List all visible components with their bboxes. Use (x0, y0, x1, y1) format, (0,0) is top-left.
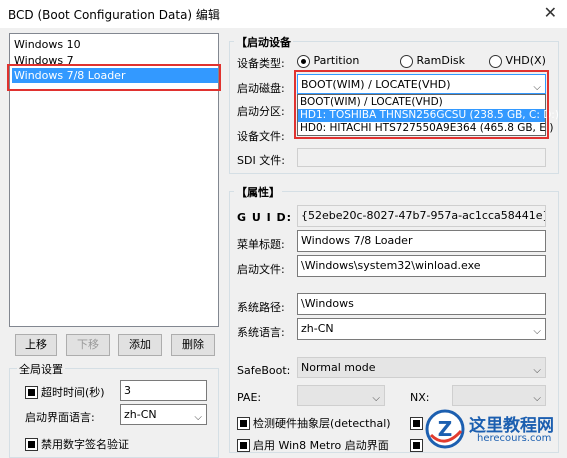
boot-disk-label: 启动磁盘: (237, 82, 285, 95)
device-file-label: 设备文件: (237, 130, 285, 143)
move-up-button[interactable]: 上移 (15, 334, 57, 356)
timeout-label: 超时时间(秒) (41, 386, 105, 399)
nx-select[interactable]: ⌵ (452, 385, 546, 406)
properties-title: 【属性】 (234, 184, 282, 200)
nx-label: NX: (410, 391, 430, 404)
menu-title-input[interactable]: Windows 7/8 Loader (297, 230, 546, 252)
timeout-checkbox[interactable] (25, 385, 38, 399)
highlight-box-dropdown (294, 70, 549, 139)
guid-field[interactable]: {52ebe20c-8027-47b7-957a-ac1cca58441e} (297, 205, 546, 227)
ui-language-select[interactable]: zh-CN ⌵ (120, 404, 207, 425)
add-button[interactable]: 添加 (118, 334, 162, 356)
safeboot-label: SafeBoot: (237, 364, 291, 377)
extra-checkbox-1[interactable] (410, 416, 423, 430)
move-down-button[interactable]: 下移 (66, 334, 110, 356)
sdi-file-input[interactable] (297, 148, 546, 167)
system-language-label: 系统语言: (237, 326, 285, 339)
ui-language-value: zh-CN (124, 408, 157, 421)
close-icon[interactable]: ✕ (544, 3, 557, 22)
disable-signature-checkbox[interactable] (25, 437, 38, 451)
safeboot-value: Normal mode (301, 361, 376, 374)
boot-partition-label: 启动分区: (237, 105, 285, 118)
detecthal-label: 检测硬件抽象层(detecthal) (253, 417, 391, 430)
radio-icon (297, 54, 310, 68)
safeboot-select[interactable]: Normal mode ⌵ (297, 357, 546, 378)
watermark-url: herecours.com (477, 433, 552, 444)
guid-label: G U I D: (237, 211, 293, 224)
pae-label: PAE: (237, 391, 262, 404)
extra-checkbox-2[interactable] (410, 438, 423, 452)
radio-vhd-label: VHD(X) (505, 54, 546, 67)
radio-partition[interactable]: Partition (297, 54, 359, 68)
system-path-label: 系统路径: (237, 301, 285, 314)
radio-vhd[interactable]: VHD(X) (489, 54, 546, 68)
radio-icon (489, 54, 502, 68)
boot-device-title: 【启动设备 (234, 34, 293, 50)
logo-letter: Z (438, 417, 453, 441)
system-path-input[interactable]: \Windows (297, 293, 546, 315)
system-language-value: zh-CN (301, 322, 334, 335)
radio-ramdisk[interactable]: RamDisk (400, 54, 465, 68)
boot-file-label: 启动文件: (237, 263, 285, 276)
chevron-down-icon: ⌵ (372, 393, 380, 404)
menu-title-label: 菜单标题: (237, 238, 285, 251)
radio-ramdisk-label: RamDisk (416, 54, 466, 67)
radio-partition-label: Partition (313, 54, 360, 67)
ui-language-label: 启动界面语言: (25, 411, 95, 424)
system-language-select[interactable]: zh-CN ⌵ (297, 318, 546, 340)
chevron-down-icon: ⌵ (533, 326, 541, 337)
disable-signature-label: 禁用数字签名验证 (41, 438, 129, 451)
detecthal-checkbox[interactable] (237, 416, 250, 430)
title-bar: BCD (Boot Configuration Data) 编辑 ✕ (0, 0, 567, 28)
timeout-input[interactable]: 3 (120, 380, 207, 401)
metro-checkbox[interactable] (237, 438, 250, 452)
window-title: BCD (Boot Configuration Data) 编辑 (8, 8, 220, 22)
boot-file-input[interactable]: \Windows\system32\winload.exe (297, 255, 546, 277)
chevron-down-icon: ⌵ (194, 412, 202, 423)
list-item[interactable]: Windows 10 (12, 37, 218, 52)
global-settings-title: 全局设置 (17, 361, 65, 377)
highlight-box-list (7, 64, 221, 91)
radio-icon (400, 54, 413, 68)
sdi-file-label: SDI 文件: (237, 154, 285, 167)
delete-button[interactable]: 删除 (171, 334, 215, 356)
chevron-down-icon: ⌵ (533, 365, 541, 376)
chevron-down-icon: ⌵ (533, 393, 541, 404)
device-type-label: 设备类型: (237, 57, 285, 70)
watermark-logo: Z 这里教程网 herecours.com (425, 405, 567, 451)
pae-select[interactable]: ⌵ (297, 385, 385, 406)
